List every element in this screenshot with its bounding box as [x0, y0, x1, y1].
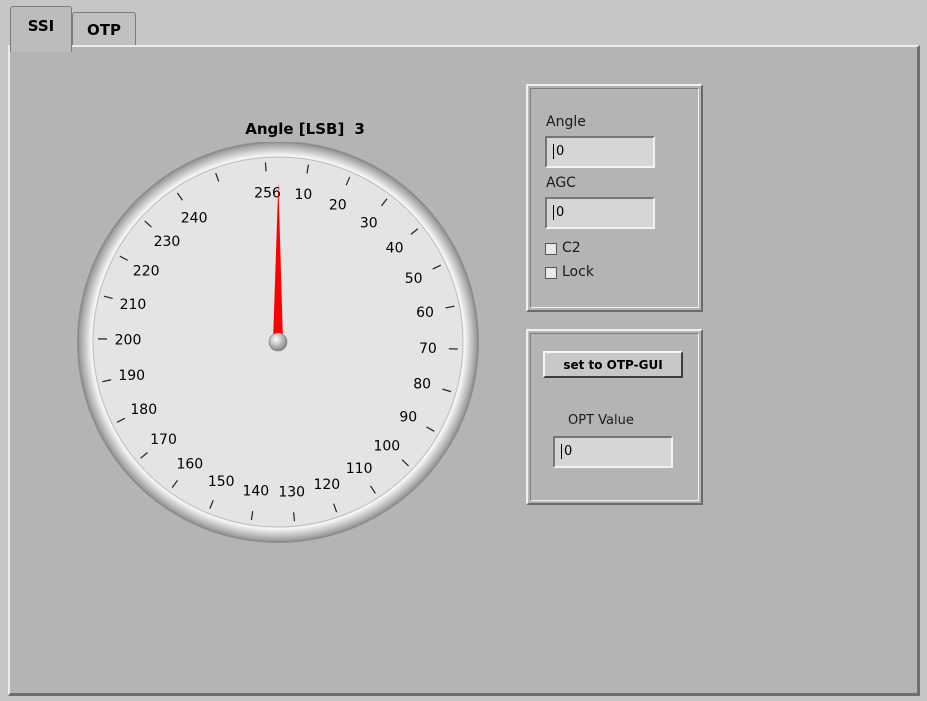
gauge-tick-label: 200 — [115, 332, 142, 348]
gauge-tick-label: 170 — [150, 432, 177, 448]
c2-checkbox[interactable] — [545, 243, 557, 255]
tab-otp[interactable]: OTP — [72, 12, 136, 46]
gauge-tick-label: 110 — [346, 461, 373, 477]
c2-label: C2 — [562, 240, 581, 256]
gauge-tick-label: 20 — [329, 197, 347, 213]
opt-value-label: OPT Value — [568, 413, 634, 428]
gauge-title: Angle [LSB] 3 — [220, 120, 390, 138]
lock-checkbox[interactable] — [545, 267, 557, 279]
gauge-tick-label: 40 — [386, 241, 404, 257]
gauge-tick-label: 100 — [373, 438, 400, 454]
gauge-tick-label: 80 — [413, 376, 431, 392]
gauge-title-label: Angle [LSB] — [245, 120, 345, 138]
gauge-tick-label: 180 — [130, 402, 157, 418]
tab-ssi[interactable]: SSI — [10, 6, 72, 52]
agc-field[interactable]: 0 — [545, 197, 655, 229]
gauge-tick-label: 140 — [242, 483, 269, 499]
gauge-tick-label: 50 — [405, 271, 423, 287]
agc-value: 0 — [553, 205, 565, 220]
tab-otp-label: OTP — [87, 20, 121, 39]
angle-gauge[interactable]: 256 10 20 30 4050 60 70 80 90 100110 120 130 140 150 1… — [68, 142, 488, 562]
gauge-tick-label: 120 — [313, 477, 340, 493]
gauge-tick-label: 256 — [254, 185, 281, 201]
opt-value: 0 — [561, 444, 573, 459]
gauge-tick-label: 190 — [118, 368, 145, 384]
tab-ssi-label: SSI — [27, 16, 55, 35]
gauge-tick-label: 210 — [120, 297, 147, 313]
gauge-tick-label: 70 — [419, 341, 437, 357]
gauge-needle-hub — [268, 332, 288, 352]
angle-label: Angle — [546, 114, 586, 130]
gauge-tick-label: 160 — [176, 456, 203, 472]
gauge-tick-label: 30 — [360, 216, 378, 232]
gauge-tick-label: 60 — [416, 305, 434, 321]
gauge-tick-label: 240 — [181, 211, 208, 227]
gauge-tick-label: 220 — [133, 263, 160, 279]
angle-value: 0 — [553, 144, 565, 159]
set-to-otp-gui-button[interactable]: set to OTP-GUI — [543, 351, 683, 378]
agc-label: AGC — [546, 175, 576, 191]
gauge-tick-label: 130 — [278, 484, 305, 500]
gauge-tick-label: 150 — [208, 474, 235, 490]
opt-value-field[interactable]: 0 — [553, 436, 673, 468]
gauge-tick-label: 90 — [399, 409, 417, 425]
angle-field[interactable]: 0 — [545, 136, 655, 168]
lock-label: Lock — [562, 264, 594, 280]
gauge-tick — [293, 512, 296, 522]
gauge-value-display: 3 — [354, 120, 365, 138]
gauge-tick-label: 10 — [294, 187, 312, 203]
gauge-tick — [264, 162, 267, 172]
gauge-tick-label: 230 — [154, 234, 181, 250]
